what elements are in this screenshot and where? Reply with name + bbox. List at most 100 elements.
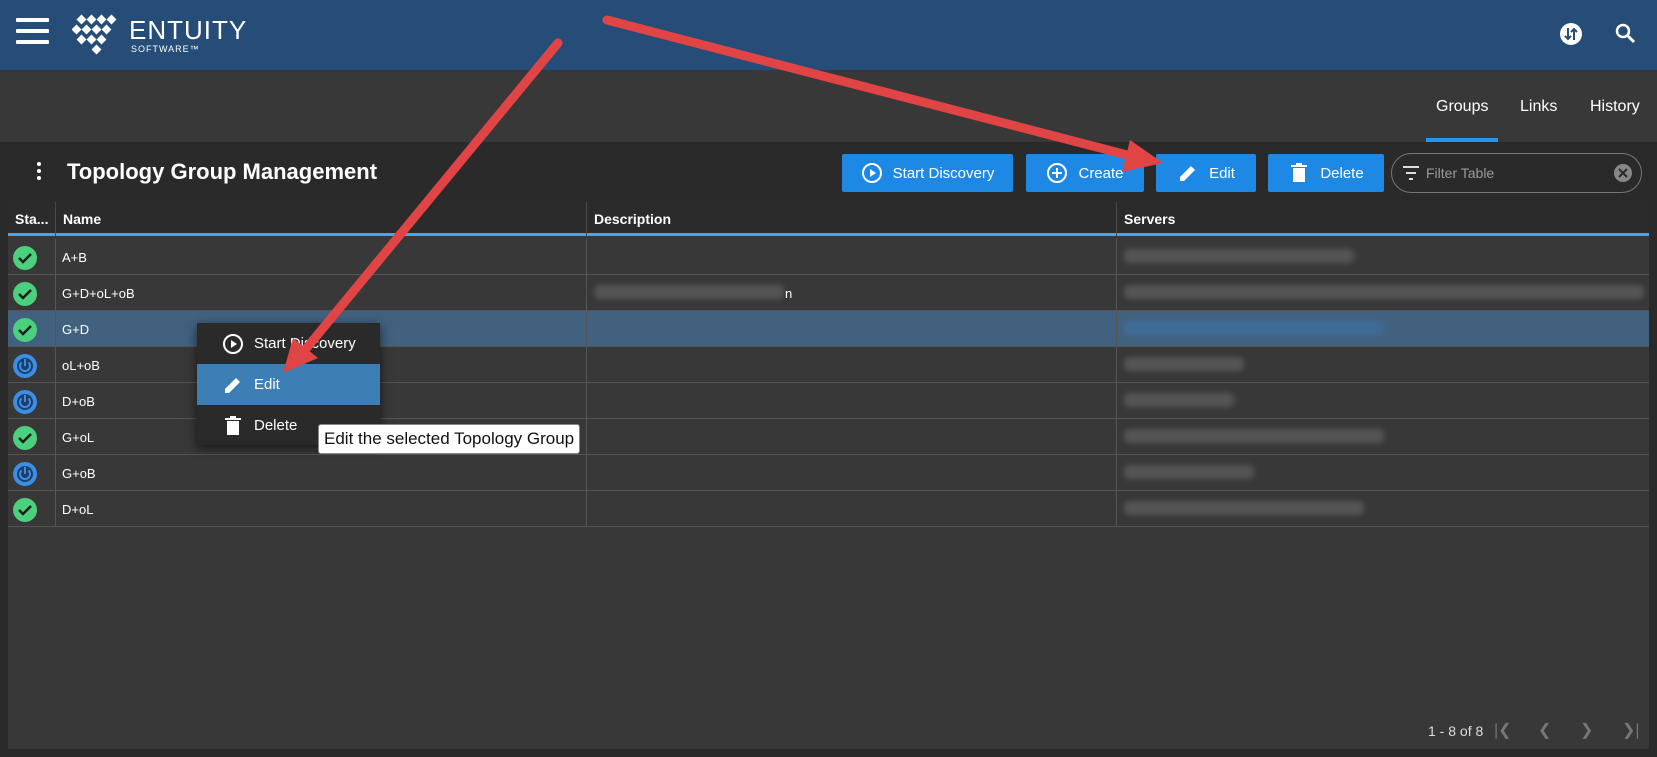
- create-button[interactable]: Create: [1026, 154, 1144, 192]
- delete-label: Delete: [1320, 164, 1364, 182]
- col-servers[interactable]: Servers: [1124, 211, 1175, 227]
- prev-page-icon[interactable]: ❮: [1538, 720, 1560, 742]
- entuity-logo: ENTUITY SOFTWARE™: [72, 14, 246, 58]
- pencil-icon: [225, 377, 240, 393]
- cell-divider: [1116, 455, 1117, 491]
- table-row[interactable]: A+B: [8, 239, 1649, 275]
- cell-divider: [586, 383, 587, 419]
- app-root: ENTUITY SOFTWARE™ Groups Links History T…: [0, 0, 1657, 757]
- col-divider: [586, 202, 587, 236]
- col-description[interactable]: Description: [594, 211, 671, 227]
- tab-groups[interactable]: Groups: [1436, 98, 1488, 116]
- entuity-logo-mark-icon: [72, 14, 117, 55]
- cell-divider: [586, 419, 587, 455]
- cell-divider: [1116, 383, 1117, 419]
- cell-divider: [55, 455, 56, 491]
- table-row[interactable]: G+oB: [8, 455, 1649, 491]
- cell-divider: [1116, 311, 1117, 347]
- page-title: Topology Group Management: [67, 159, 378, 184]
- groups-table: Sta... Name Description Servers A+B G+D+…: [8, 202, 1649, 749]
- col-status[interactable]: Sta...: [15, 211, 48, 227]
- cell-divider: [1116, 347, 1117, 383]
- tooltip: Edit the selected Topology Group: [318, 424, 581, 454]
- cell-divider: [1116, 239, 1117, 275]
- cell-divider: [586, 347, 587, 383]
- play-circle-icon: [861, 163, 882, 183]
- status-ok-icon: [13, 498, 37, 522]
- row-name: oL+oB: [62, 358, 100, 373]
- create-label: Create: [1078, 164, 1124, 182]
- row-name: A+B: [62, 250, 87, 265]
- next-page-icon[interactable]: ❯: [1580, 720, 1602, 742]
- play-circle-icon: [223, 333, 243, 354]
- table-row[interactable]: D+oL: [8, 491, 1649, 527]
- clear-filter-icon[interactable]: [1613, 163, 1633, 183]
- cell-divider: [55, 239, 56, 275]
- context-item-label: Delete: [254, 417, 298, 434]
- status-ok-icon: [13, 282, 37, 306]
- delete-button[interactable]: Delete: [1268, 154, 1384, 192]
- pagination-summary: 1 - 8 of 8: [1428, 723, 1484, 739]
- last-page-icon[interactable]: ❯|: [1622, 720, 1644, 742]
- servers-redacted: [1124, 285, 1644, 299]
- row-name: G+oB: [62, 466, 96, 481]
- cell-divider: [55, 419, 56, 455]
- filter-field[interactable]: [1391, 153, 1642, 193]
- cell-divider: [1116, 419, 1117, 455]
- cell-divider: [586, 491, 587, 527]
- top-bar: ENTUITY SOFTWARE™: [0, 0, 1657, 70]
- filter-input[interactable]: [1426, 163, 1596, 183]
- context-edit[interactable]: Edit: [197, 364, 380, 405]
- cell-divider: [55, 491, 56, 527]
- servers-redacted: [1124, 501, 1364, 515]
- edit-button[interactable]: Edit: [1156, 154, 1256, 192]
- servers-redacted: [1124, 321, 1384, 335]
- sync-icon[interactable]: [1557, 20, 1585, 48]
- servers-redacted: [1124, 429, 1384, 443]
- col-name[interactable]: Name: [63, 211, 101, 227]
- context-item-label: Start Discovery: [254, 335, 356, 352]
- context-item-label: Edit: [254, 376, 280, 393]
- tab-bar: Groups Links History: [0, 70, 1657, 142]
- table-row[interactable]: G+D+oL+oB n: [8, 275, 1649, 311]
- cell-divider: [586, 239, 587, 275]
- context-start-discovery[interactable]: Start Discovery: [197, 323, 380, 364]
- status-power-icon: [13, 354, 37, 378]
- row-name: D+oL: [62, 502, 94, 517]
- servers-redacted: [1124, 357, 1244, 371]
- status-power-icon: [13, 390, 37, 414]
- servers-redacted: [1124, 465, 1254, 479]
- pencil-icon: [1180, 166, 1196, 181]
- filter-icon: [1403, 166, 1419, 180]
- cell-divider: [586, 311, 587, 347]
- cell-divider: [55, 383, 56, 419]
- start-discovery-button[interactable]: Start Discovery: [842, 154, 1013, 192]
- tab-links[interactable]: Links: [1520, 98, 1557, 116]
- start-discovery-label: Start Discovery: [892, 164, 995, 182]
- cell-divider: [1116, 275, 1117, 311]
- row-name: D+oB: [62, 394, 95, 409]
- first-page-icon[interactable]: |❮: [1494, 720, 1516, 742]
- cell-divider: [1116, 491, 1117, 527]
- search-icon[interactable]: [1612, 20, 1640, 48]
- status-ok-icon: [13, 318, 37, 342]
- hamburger-menu-icon[interactable]: [16, 18, 49, 44]
- description-redacted: [594, 285, 784, 299]
- trash-icon: [225, 415, 241, 435]
- row-name: G+D: [62, 322, 90, 337]
- edit-label: Edit: [1209, 164, 1235, 182]
- trash-icon: [1291, 163, 1308, 182]
- status-power-icon: [13, 462, 37, 486]
- status-ok-icon: [13, 426, 37, 450]
- status-ok-icon: [13, 246, 37, 270]
- cell-divider: [586, 275, 587, 311]
- description-trailing-text: n: [785, 286, 793, 301]
- cell-divider: [586, 455, 587, 491]
- tab-history[interactable]: History: [1590, 98, 1640, 116]
- brand-sub: SOFTWARE™: [131, 44, 200, 54]
- table-header: Sta... Name Description Servers: [8, 202, 1649, 236]
- row-name: G+oL: [62, 430, 95, 445]
- more-options-icon[interactable]: [34, 162, 44, 182]
- plus-circle-icon: [1047, 163, 1068, 183]
- row-name: G+D+oL+oB: [62, 286, 135, 301]
